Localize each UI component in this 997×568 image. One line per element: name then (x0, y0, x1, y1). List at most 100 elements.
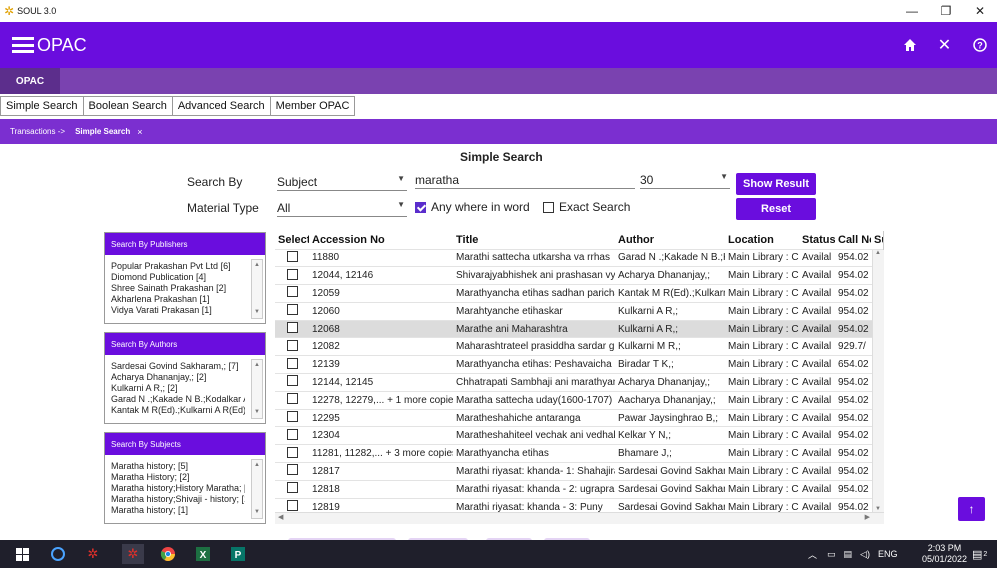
column-header[interactable]: Location (725, 231, 799, 249)
row-select-checkbox[interactable] (286, 464, 298, 476)
table-row[interactable]: 12044, 12146 Shivarajyabhishek ani prasha… (275, 266, 883, 285)
language-indicator[interactable]: ENG (878, 549, 898, 559)
list-item[interactable]: Sardesai Govind Sakharam,; [7] (111, 361, 245, 372)
hamburger-menu-icon[interactable] (12, 37, 34, 53)
back-to-top-button[interactable]: ↑ (958, 497, 985, 521)
list-item[interactable]: Popular Prakashan Pvt Ltd [6] (111, 261, 245, 272)
close-tab-icon[interactable]: × (137, 127, 142, 137)
close-icon[interactable]: ✕ (927, 35, 962, 55)
list-item[interactable]: Maratha history;History Maratha; [1 (111, 483, 245, 494)
checkbox-unchecked-icon[interactable] (543, 201, 554, 213)
search-by-select[interactable]: Subject ▼ (277, 174, 407, 191)
list-item[interactable]: Acharya Dhananjay,; [2] (111, 372, 245, 383)
column-header[interactable]: Title (453, 231, 615, 249)
reset-button[interactable]: Reset (736, 198, 816, 220)
table-row[interactable]: 12068 Marathe ani Maharashtra Kulkarni A R… (275, 319, 883, 338)
table-row[interactable]: 12082 Maharashtrateel prasiddha sardar gh… (275, 337, 883, 356)
material-type-select[interactable]: All ▼ (277, 200, 407, 217)
table-vertical-scrollbar[interactable]: ▲ ▼ (872, 250, 884, 512)
table-row[interactable]: 12060 Marahtyanche etihaskar Kulkarni A R,… (275, 301, 883, 321)
show-result-button[interactable]: Show Result (736, 173, 816, 195)
list-item[interactable]: Kulkarni A R,; [2] (111, 383, 245, 394)
scroll-left-icon[interactable]: ◀ (278, 513, 283, 521)
row-select-checkbox[interactable] (286, 500, 298, 512)
any-where-checkbox[interactable]: Any where in word (415, 200, 530, 214)
exact-search-checkbox[interactable]: Exact Search (543, 200, 630, 214)
table-row[interactable]: 12304 Maratheshahiteel vechak ani vedhak K… (275, 426, 883, 445)
row-select-checkbox[interactable] (286, 428, 298, 440)
subjects-scrollbar[interactable]: ▲ ▼ (251, 459, 263, 519)
column-header[interactable]: Accession No (309, 231, 453, 249)
search-icon[interactable] (47, 544, 69, 564)
windows-start-icon[interactable] (11, 544, 33, 564)
taskbar-clock[interactable]: 2:03 PM 05/01/2022 (922, 543, 967, 565)
excel-icon[interactable]: X (192, 544, 214, 564)
row-select-checkbox[interactable] (286, 286, 298, 298)
table-row[interactable]: 11281, 11282,... + 3 more copies Marathya… (275, 444, 883, 463)
row-select-checkbox[interactable] (286, 268, 298, 280)
authors-scrollbar[interactable]: ▲ ▼ (251, 359, 263, 419)
table-row[interactable]: 12278, 12279,... + 1 more copies Maratha … (275, 390, 883, 410)
tab-boolean-search[interactable]: Boolean Search (83, 96, 173, 116)
soul-app-icon[interactable]: ✲ (82, 544, 104, 564)
column-header[interactable]: Su (871, 231, 883, 249)
row-select-checkbox[interactable] (286, 411, 298, 423)
row-select-checkbox[interactable] (286, 357, 298, 369)
row-select-checkbox[interactable] (286, 304, 298, 316)
scroll-up-icon[interactable]: ▲ (252, 260, 262, 271)
notification-icon[interactable]: ▤ 2 (972, 540, 987, 568)
module-tab-opac[interactable]: OPAC (0, 68, 60, 94)
chrome-icon[interactable] (157, 544, 179, 564)
list-item[interactable]: Maratha history; [1] (111, 505, 245, 516)
list-item[interactable]: Maratha history;Shivaji - history; [1] (111, 494, 245, 505)
column-header[interactable]: Call No (835, 231, 871, 249)
table-row[interactable]: 12295 Maratheshahiche antaranga Pawar Jays… (275, 408, 883, 427)
close-icon[interactable]: ✕ (963, 0, 997, 22)
breadcrumb-current[interactable]: Simple Search (75, 127, 130, 136)
row-select-checkbox[interactable] (286, 322, 298, 334)
list-item[interactable]: Kantak M R(Ed).;Kulkarni A R(Ed).;K (111, 405, 245, 416)
tab-advanced-search[interactable]: Advanced Search (172, 96, 271, 116)
volume-icon[interactable]: ◁) (860, 549, 870, 560)
table-row[interactable]: 12817 Marathi riyasat: khanda- 1: Shahaji… (275, 462, 883, 481)
breadcrumb-parent[interactable]: Transactions -> (10, 127, 65, 136)
chevron-up-icon[interactable]: ︿ (808, 548, 817, 561)
list-item[interactable]: Garad N .;Kakade N B.;Kodalkar Ash (111, 394, 245, 405)
scroll-down-icon[interactable]: ▼ (252, 307, 262, 318)
search-keyword-input[interactable]: maratha (415, 172, 635, 189)
soul-app-active-icon[interactable]: ✲ (122, 544, 144, 564)
row-select-checkbox[interactable] (286, 250, 298, 262)
publisher-icon[interactable]: P (227, 544, 249, 564)
list-item[interactable]: Maratha history; [5] (111, 461, 245, 472)
column-header[interactable]: Status (799, 231, 835, 249)
scroll-up-icon[interactable]: ▲ (252, 360, 262, 371)
tab-simple-search[interactable]: Simple Search (0, 96, 84, 116)
network-icon[interactable]: ▤ (844, 549, 853, 560)
list-item[interactable]: Akharlena Prakashan [1] (111, 294, 245, 305)
column-header[interactable]: Author (615, 231, 725, 249)
row-select-checkbox[interactable] (286, 482, 298, 494)
battery-icon[interactable]: ▭ (827, 549, 836, 560)
minimize-icon[interactable]: — (895, 0, 929, 22)
tab-member-opac[interactable]: Member OPAC (270, 96, 356, 116)
help-icon[interactable]: ? (962, 38, 997, 52)
row-select-checkbox[interactable] (286, 393, 298, 405)
row-select-checkbox[interactable] (286, 375, 298, 387)
row-select-checkbox[interactable] (286, 339, 298, 351)
table-row[interactable]: 12139 Marathyancha etihas: Peshavaicha ka… (275, 355, 883, 374)
publishers-scrollbar[interactable]: ▲ ▼ (251, 259, 263, 319)
checkbox-checked-icon[interactable] (415, 201, 426, 213)
list-item[interactable]: Diomond Publication [4] (111, 272, 245, 283)
table-horizontal-scrollbar[interactable]: ◀ ▶ (275, 512, 884, 524)
home-icon[interactable] (892, 38, 927, 52)
row-select-checkbox[interactable] (286, 446, 298, 458)
scroll-up-icon[interactable]: ▲ (252, 460, 262, 471)
table-row[interactable]: 12144, 12145 Chhatrapati Sambhaji ani mar… (275, 373, 883, 392)
table-row[interactable]: 12059 Marathyancha etihas sadhan paricha K… (275, 284, 883, 303)
list-item[interactable]: Maratha History; [2] (111, 472, 245, 483)
maximize-icon[interactable]: ❐ (929, 0, 963, 22)
list-item[interactable]: Shree Sainath Prakashan [2] (111, 283, 245, 294)
scroll-up-icon[interactable]: ▲ (875, 250, 881, 256)
table-row[interactable]: 12818 Marathi riyasat: khanda - 2: ugrapr… (275, 479, 883, 499)
list-item[interactable]: Vidya Varati Prakasan [1] (111, 305, 245, 316)
